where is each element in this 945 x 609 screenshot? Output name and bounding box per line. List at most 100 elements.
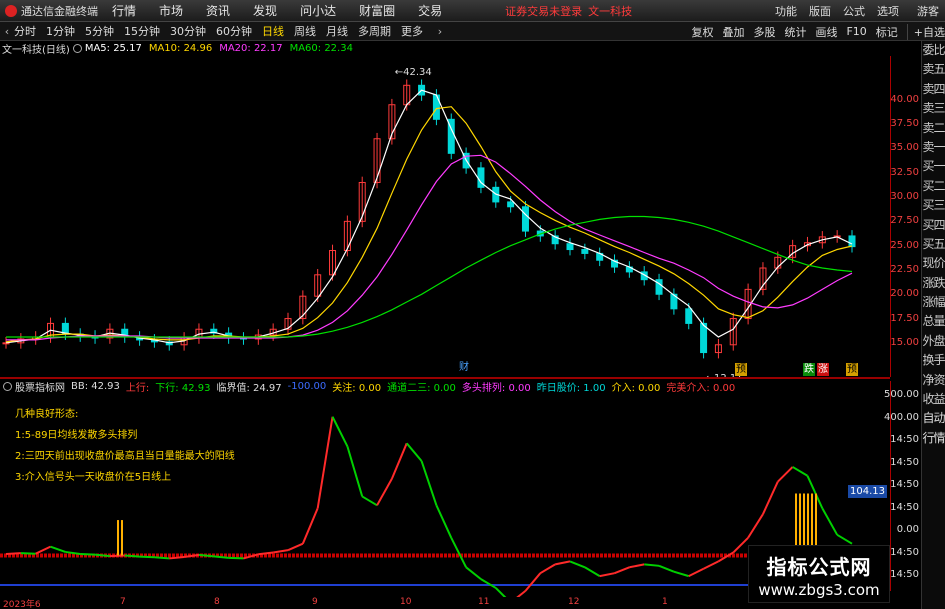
tool-fuquan[interactable]: 复权 <box>691 24 713 40</box>
indicator-tick: 14:50 <box>890 479 919 490</box>
tool-f10[interactable]: F10 <box>846 25 866 38</box>
chart-flag-yu[interactable]: 预 <box>735 363 747 376</box>
menu-hangqing[interactable]: 行情 <box>112 2 136 19</box>
tab-5min[interactable]: 5分钟 <box>85 23 114 39</box>
more-arrow-icon[interactable]: › <box>433 25 447 38</box>
tool-gongshi[interactable]: 公式 <box>843 3 865 19</box>
tool-tongji[interactable]: 统计 <box>784 24 806 40</box>
indicator-segment <box>584 566 601 578</box>
period-toolbar: ‹ 分时 1分钟 5分钟 15分钟 30分钟 60分钟 日线 周线 月线 多周期… <box>0 22 945 41</box>
side-panel-item[interactable]: 涨幅 <box>922 293 945 312</box>
menu-jiaoyi[interactable]: 交易 <box>418 2 442 19</box>
candle-body <box>685 308 693 324</box>
indicator-segment <box>821 507 839 536</box>
ma20-label: MA20: 22.17 <box>219 43 283 54</box>
date-tick-jan: 1 <box>662 597 668 607</box>
menu-wenxiaoda[interactable]: 问小达 <box>300 2 336 19</box>
chart-flag-zhang[interactable]: 涨 <box>817 363 829 376</box>
indicator-segment <box>480 578 497 589</box>
indicator-segment <box>20 552 36 555</box>
side-panel-item[interactable]: 买一 <box>922 157 945 176</box>
menu-caifuquan[interactable]: 财富圈 <box>359 2 395 19</box>
tool-diejia[interactable]: 叠加 <box>722 24 744 40</box>
indicator-segment <box>376 478 393 506</box>
indicator-value-badge: 104.13 <box>848 485 887 498</box>
date-tick-dec: 12 <box>568 597 580 607</box>
tool-duogu[interactable]: 多股 <box>753 24 775 40</box>
menu-faxian[interactable]: 发现 <box>253 2 277 19</box>
tab-daily[interactable]: 日线 <box>262 23 284 39</box>
side-panel-item[interactable]: 总量 <box>922 312 945 331</box>
side-panel-item[interactable]: 买二 <box>922 177 945 196</box>
side-panel-item[interactable]: 买五 <box>922 235 945 254</box>
guanzhu-value: 关注: 0.00 <box>332 383 382 394</box>
tab-weekly[interactable]: 周线 <box>294 23 316 39</box>
price-tick: 22.50 <box>890 263 919 275</box>
side-panel-item[interactable]: 卖五 <box>922 60 945 79</box>
tab-more[interactable]: 更多 <box>401 23 423 39</box>
indicator-segment <box>465 566 482 580</box>
blue-line-value: -100.00 <box>287 381 327 392</box>
tab-1min[interactable]: 1分钟 <box>46 23 75 39</box>
side-panel-item[interactable]: 净资 <box>922 371 945 390</box>
menu-shichang[interactable]: 市场 <box>159 2 183 19</box>
linjie-value: 临界值: 24.97 <box>216 383 282 394</box>
tab-multi-period[interactable]: 多周期 <box>358 23 391 39</box>
tab-monthly[interactable]: 月线 <box>326 23 348 39</box>
menu-zixun[interactable]: 资讯 <box>206 2 230 19</box>
side-panel-item[interactable]: 收益 <box>922 390 945 409</box>
tool-xuanxiang[interactable]: 选项 <box>877 3 899 19</box>
side-panel-item[interactable]: 卖三 <box>922 99 945 118</box>
indicator-segment <box>435 504 453 539</box>
tab-15min[interactable]: 15分钟 <box>124 23 160 39</box>
chart-flag-die[interactable]: 跌 <box>803 363 815 376</box>
app-logo-icon <box>5 4 17 17</box>
stock-terminal-window: { "topbar": { "app_title": "通达信金融终端", "m… <box>0 0 945 609</box>
indicator-segment <box>450 537 467 568</box>
tab-30min[interactable]: 30分钟 <box>170 23 206 39</box>
candle-body <box>581 249 589 254</box>
tool-biaoji[interactable]: 标记 <box>876 24 898 40</box>
side-panel-item[interactable]: 现价 <box>922 254 945 273</box>
ma10-label: MA10: 24.96 <box>148 43 213 54</box>
guest-login[interactable]: 游客 <box>917 3 939 19</box>
price-tick: 15.00 <box>890 336 919 348</box>
indicator-settings-icon[interactable] <box>3 382 12 391</box>
date-tick-jul: 7 <box>120 597 126 607</box>
indicator-segment <box>524 572 542 592</box>
side-panel-item[interactable]: 行情 <box>922 429 945 448</box>
side-panel-item[interactable]: 委比 <box>922 41 945 60</box>
side-panel-item[interactable]: 卖一 <box>922 138 945 157</box>
side-panel-item[interactable]: 买三 <box>922 196 945 215</box>
candlestick-chart[interactable]: ←42.34←12.11 <box>0 56 890 377</box>
chart-flag-yu2[interactable]: 预 <box>846 363 858 376</box>
candle-body <box>700 322 708 354</box>
side-panel-item[interactable]: 卖四 <box>922 80 945 99</box>
tab-fenshi[interactable]: 分时 <box>14 23 36 39</box>
trade-login-notice[interactable]: 证券交易未登录 <box>505 3 582 19</box>
side-panel-item[interactable]: 买四 <box>922 216 945 235</box>
tool-gongneng[interactable]: 功能 <box>775 3 797 19</box>
side-panel-item[interactable]: 自动 <box>922 409 945 428</box>
side-panel-item[interactable]: 换手 <box>922 351 945 370</box>
price-tick: 20.00 <box>890 288 919 300</box>
settings-circle-icon[interactable] <box>72 44 82 53</box>
back-arrow-icon[interactable]: ‹ <box>0 25 14 38</box>
side-panel-item[interactable]: 外盘 <box>922 332 945 351</box>
notes-title: 几种良好形态: <box>15 409 79 420</box>
note-item-3: 3:介入信号头一天收盘价在5日线上 <box>15 472 172 483</box>
indicator-segment <box>35 545 51 555</box>
add-watchlist-button[interactable]: +自选 <box>906 23 945 40</box>
tool-banmian[interactable]: 版面 <box>809 3 831 19</box>
tool-huaxian[interactable]: 画线 <box>815 24 837 40</box>
indicator-name[interactable]: 股票指标网 <box>15 379 65 394</box>
indicator-segment <box>5 552 21 556</box>
chart-flag-cai[interactable]: 财 <box>458 361 470 374</box>
candle-body <box>521 206 529 232</box>
tab-60min[interactable]: 60分钟 <box>216 23 252 39</box>
indicator-segment <box>390 442 408 480</box>
indicator-segment <box>599 572 615 578</box>
side-panel-item[interactable]: 卖二 <box>922 119 945 138</box>
side-panel-item[interactable]: 涨跌 <box>922 274 945 293</box>
indicator-segment <box>80 553 96 556</box>
